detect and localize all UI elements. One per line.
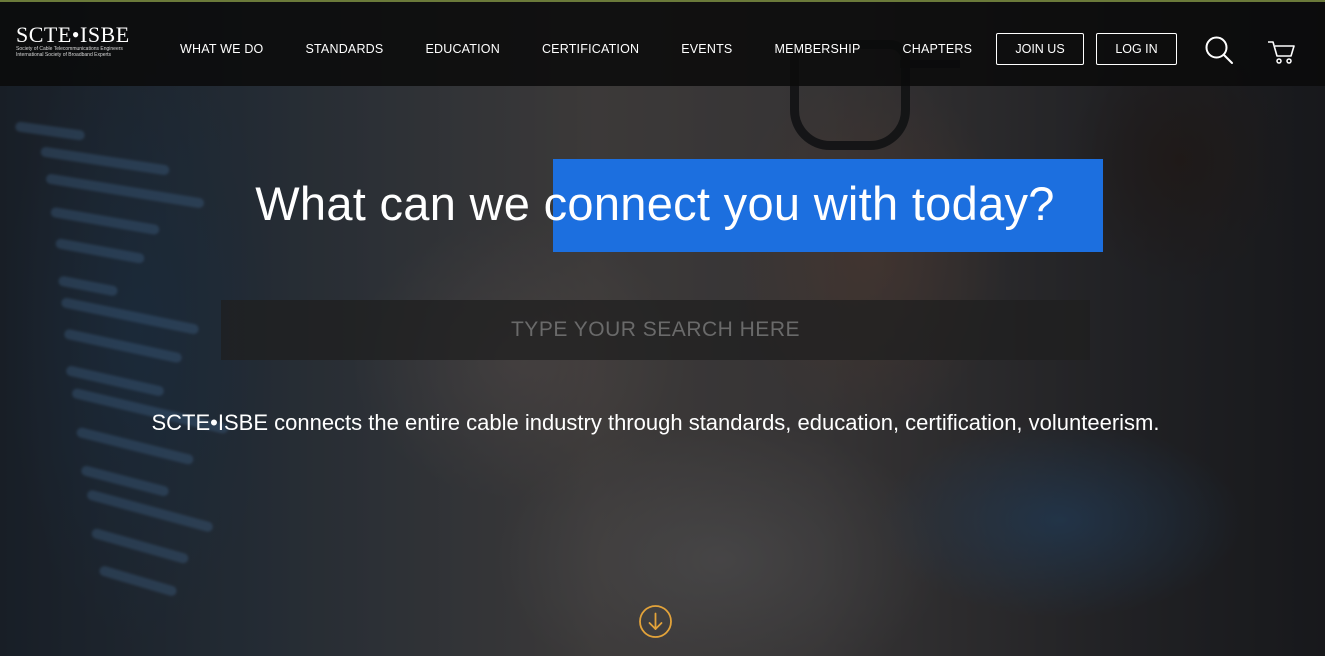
hero-tagline: SCTE•ISBE connects the entire cable indu… [151,410,1160,435]
hero-headline: What can we connect you with today? [255,177,1055,230]
join-us-button[interactable]: JOIN US [996,33,1084,65]
logo-subtitle-2: International Society of Broadband Exper… [16,52,112,58]
site-header: SCTE•ISBE Society of Cable Telecommunica… [0,0,1325,86]
arrow-down-circle-icon[interactable] [638,604,673,639]
cart-icon[interactable] [1266,38,1296,66]
nav-item-what-we-do[interactable]: WHAT WE DO [180,42,263,56]
nav-item-membership[interactable]: MEMBERSHIP [774,42,860,56]
log-in-button[interactable]: LOG IN [1096,33,1177,65]
nav-item-events[interactable]: EVENTS [681,42,732,56]
site-logo[interactable]: SCTE•ISBE Society of Cable Telecommunica… [16,22,148,59]
nav-item-education[interactable]: EDUCATION [425,42,500,56]
nav-item-standards[interactable]: STANDARDS [305,42,383,56]
site-search-input[interactable] [221,300,1090,360]
logo-wordmark: SCTE•ISBE [16,22,130,47]
nav-item-chapters[interactable]: CHAPTERS [903,42,973,56]
search-icon[interactable] [1204,35,1234,65]
page: SCTE•ISBE Society of Cable Telecommunica… [0,0,1325,656]
nav-item-certification[interactable]: CERTIFICATION [542,42,639,56]
main-nav: WHAT WE DO STANDARDS EDUCATION CERTIFICA… [180,42,972,56]
